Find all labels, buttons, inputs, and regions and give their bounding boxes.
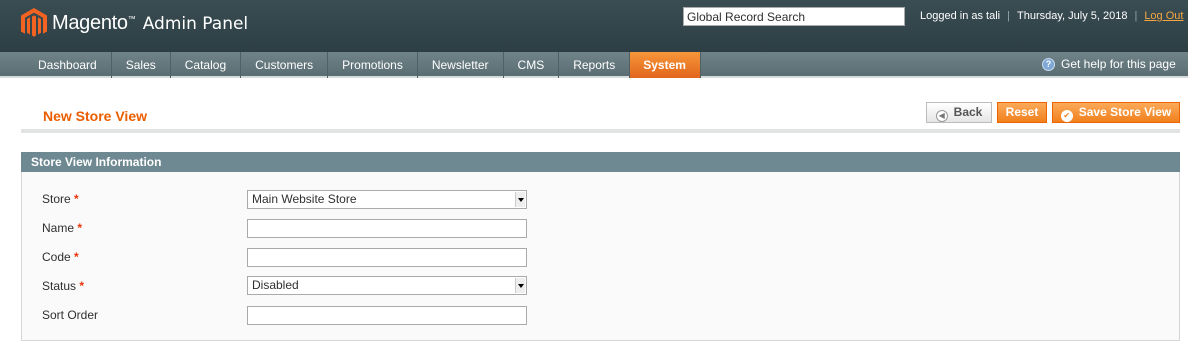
save-label: Save Store View bbox=[1078, 105, 1172, 119]
nav-item-customers[interactable]: Customers bbox=[241, 52, 329, 78]
back-arrow-icon: ◀ bbox=[935, 110, 948, 122]
required-mark: * bbox=[79, 279, 85, 293]
current-date: Thursday, July 5, 2018 bbox=[1016, 10, 1128, 22]
section-title: Store View Information bbox=[21, 152, 1180, 172]
sort-order-input[interactable] bbox=[247, 306, 527, 325]
name-label: Name * bbox=[42, 221, 83, 235]
divider: | bbox=[1007, 10, 1010, 22]
sort-order-label: Sort Order bbox=[42, 308, 99, 322]
name-input[interactable] bbox=[247, 219, 527, 238]
checkmark-icon: ✔ bbox=[1060, 110, 1073, 122]
dropdown-arrow-icon bbox=[515, 192, 525, 207]
help-link[interactable]: ? Get help for this page bbox=[1042, 57, 1176, 71]
divider bbox=[21, 129, 1180, 133]
brand-name: Magento™ Admin Panel bbox=[52, 11, 249, 34]
reset-button[interactable]: Reset bbox=[997, 102, 1047, 123]
page-title: New Store View bbox=[43, 108, 148, 124]
nav-item-promotions[interactable]: Promotions bbox=[328, 52, 418, 78]
page-header: Magento™ Admin Panel Logged in as tali |… bbox=[0, 0, 1188, 52]
divider: | bbox=[1134, 10, 1138, 22]
logo[interactable]: Magento™ Admin Panel bbox=[21, 7, 248, 39]
code-input[interactable] bbox=[247, 248, 527, 267]
store-label: Store * bbox=[42, 192, 79, 206]
back-label: Back bbox=[953, 105, 983, 119]
user-bar: Logged in as tali | Thursday, July 5, 20… bbox=[920, 10, 1183, 22]
store-view-fieldset bbox=[21, 172, 1180, 341]
nav-item-newsletter[interactable]: Newsletter bbox=[418, 52, 504, 78]
logout-link[interactable]: Log Out bbox=[1144, 10, 1183, 22]
global-search-input[interactable] bbox=[683, 7, 905, 26]
back-button[interactable]: ◀ Back bbox=[926, 102, 992, 123]
nav-item-reports[interactable]: Reports bbox=[559, 52, 631, 78]
nav-item-system[interactable]: System bbox=[630, 52, 701, 78]
help-icon: ? bbox=[1042, 57, 1055, 71]
save-store-view-button[interactable]: ✔ Save Store View bbox=[1052, 102, 1180, 123]
nav-menu: Dashboard Sales Catalog Customers Promot… bbox=[24, 52, 701, 78]
help-label: Get help for this page bbox=[1061, 57, 1176, 71]
required-mark: * bbox=[77, 221, 83, 235]
status-label: Status * bbox=[42, 279, 85, 293]
main-nav: Dashboard Sales Catalog Customers Promot… bbox=[0, 52, 1188, 78]
code-label: Code * bbox=[42, 250, 79, 264]
nav-item-cms[interactable]: CMS bbox=[504, 52, 560, 78]
status-select[interactable]: Disabled bbox=[247, 276, 527, 295]
nav-item-catalog[interactable]: Catalog bbox=[171, 52, 242, 78]
nav-item-dashboard[interactable]: Dashboard bbox=[24, 52, 112, 78]
store-select[interactable]: Main Website Store bbox=[247, 190, 527, 209]
nav-item-sales[interactable]: Sales bbox=[112, 52, 171, 78]
required-mark: * bbox=[74, 250, 79, 264]
required-mark: * bbox=[74, 192, 79, 206]
logged-in-text: Logged in as tali bbox=[920, 10, 1001, 22]
dropdown-arrow-icon bbox=[515, 278, 525, 293]
magento-logo-icon bbox=[21, 7, 47, 37]
